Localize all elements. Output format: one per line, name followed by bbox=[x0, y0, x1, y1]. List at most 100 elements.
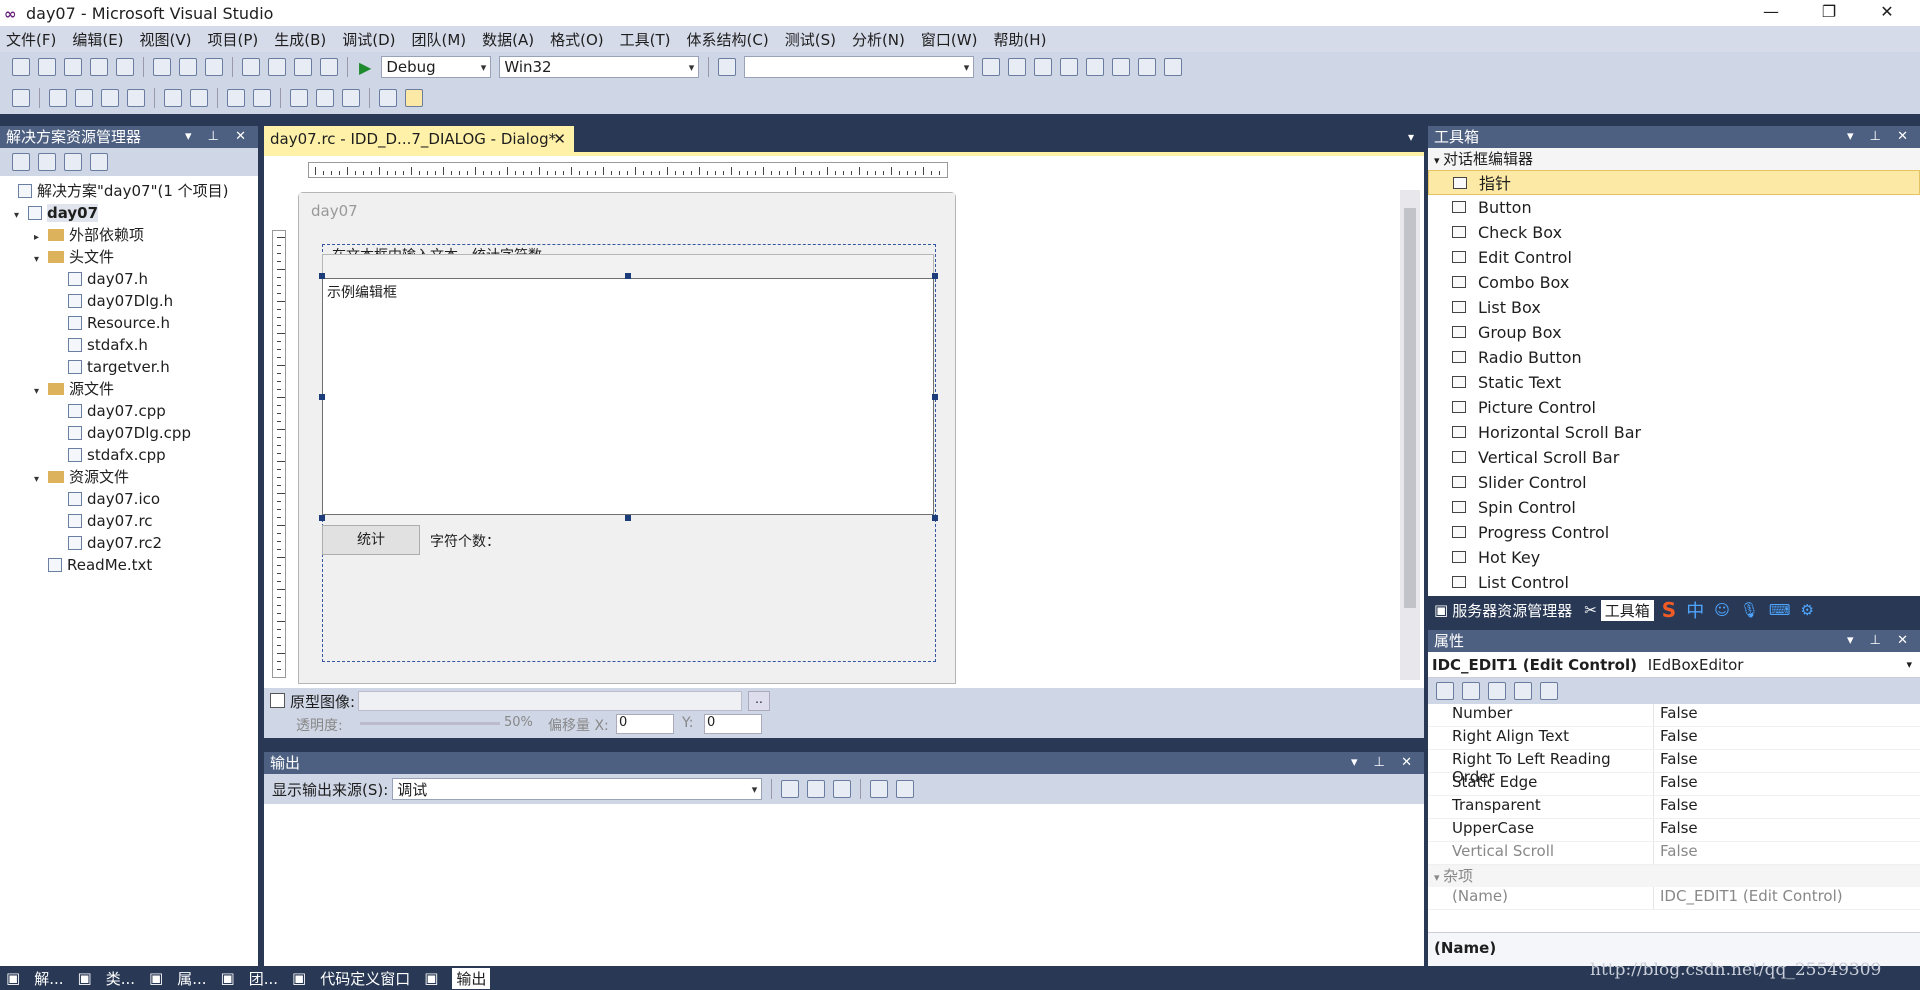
property-row[interactable]: Transparent False bbox=[1428, 796, 1920, 819]
tree-item[interactable]: day07.rc2 bbox=[0, 532, 258, 554]
tab-server-explorer[interactable]: 服务器资源管理器 bbox=[1452, 600, 1572, 621]
make-same-size-icon[interactable] bbox=[342, 89, 360, 107]
save-all-icon[interactable] bbox=[116, 58, 134, 76]
static-text-control[interactable]: 在文本框中输入文本，统计字符数 bbox=[332, 245, 542, 265]
prototype-checkbox[interactable] bbox=[270, 693, 285, 708]
toggle-grid-icon[interactable] bbox=[379, 89, 397, 107]
tree-item[interactable]: ▾ 资源文件 bbox=[0, 466, 258, 488]
command-window-icon[interactable] bbox=[1164, 58, 1183, 76]
config-combo[interactable]: Debug bbox=[381, 56, 492, 78]
undo-icon[interactable] bbox=[242, 58, 260, 76]
scrollbar-thumb[interactable] bbox=[1404, 208, 1416, 608]
toolbox-item[interactable]: List Control bbox=[1428, 570, 1920, 595]
object-browser-icon[interactable] bbox=[1034, 58, 1053, 76]
space-across-icon[interactable] bbox=[227, 89, 245, 107]
property-row[interactable]: Static Edge False bbox=[1428, 773, 1920, 796]
menu-item[interactable]: 团队(M) bbox=[412, 29, 467, 50]
tree-item[interactable]: ▾ 源文件 bbox=[0, 378, 258, 400]
close-button[interactable]: ✕ bbox=[1864, 0, 1910, 26]
add-item-icon[interactable] bbox=[38, 58, 56, 76]
collapse-icon[interactable]: ▾ bbox=[1434, 871, 1443, 884]
cut-icon[interactable] bbox=[153, 58, 171, 76]
menu-item[interactable]: 测试(S) bbox=[785, 29, 836, 50]
tree-item[interactable]: day07.h bbox=[0, 268, 258, 290]
prev-message-icon[interactable] bbox=[807, 780, 826, 798]
count-button[interactable]: 统计 bbox=[322, 525, 420, 555]
resize-handle[interactable] bbox=[932, 394, 938, 400]
center-vertical-icon[interactable] bbox=[164, 89, 182, 107]
tree-item[interactable]: Resource.h bbox=[0, 312, 258, 334]
resize-handle[interactable] bbox=[319, 515, 325, 521]
extension-icon[interactable] bbox=[1138, 58, 1157, 76]
opacity-slider[interactable] bbox=[360, 722, 500, 725]
tree-item[interactable]: day07.cpp bbox=[0, 400, 258, 422]
make-same-height-icon[interactable] bbox=[316, 89, 334, 107]
space-down-icon[interactable] bbox=[253, 89, 271, 107]
tree-item[interactable]: day07.rc bbox=[0, 510, 258, 532]
tab-dialog-editor[interactable]: day07.rc - IDD_D...7_DIALOG - Dialog* ✕ bbox=[264, 126, 574, 152]
toolbox-item[interactable]: Button bbox=[1428, 195, 1920, 220]
property-row[interactable]: Right Align Text False bbox=[1428, 727, 1920, 750]
toolbox-icon[interactable] bbox=[1060, 58, 1079, 76]
categorized-icon[interactable] bbox=[1436, 682, 1454, 700]
resize-handle[interactable] bbox=[932, 273, 938, 279]
toolbox-item[interactable]: Check Box bbox=[1428, 220, 1920, 245]
restore-button[interactable]: ❐ bbox=[1806, 0, 1852, 26]
properties-object-selector[interactable]: IDC_EDIT1 (Edit Control) IEdBoxEditor ▾ bbox=[1428, 652, 1920, 678]
tree-item[interactable]: ReadMe.txt bbox=[0, 554, 258, 576]
tool-window-tab[interactable]: 属... bbox=[177, 968, 206, 989]
edit-control[interactable]: 示例编辑框 bbox=[322, 278, 934, 515]
resize-handle[interactable] bbox=[319, 394, 325, 400]
copy-icon[interactable] bbox=[179, 58, 197, 76]
property-row[interactable]: Vertical Scroll False bbox=[1428, 842, 1920, 865]
alphabetical-icon[interactable] bbox=[1462, 682, 1480, 700]
open-icon[interactable] bbox=[64, 58, 82, 76]
menu-item[interactable]: 编辑(E) bbox=[72, 29, 123, 50]
minimize-button[interactable]: — bbox=[1748, 0, 1794, 26]
tree-item[interactable]: day07Dlg.cpp bbox=[0, 422, 258, 444]
paste-icon[interactable] bbox=[205, 58, 223, 76]
tab-list-dropdown-icon[interactable]: ▾ bbox=[1408, 130, 1414, 144]
solution-explorer-icon[interactable] bbox=[982, 58, 1001, 76]
events-icon[interactable] bbox=[1514, 682, 1532, 700]
properties-view-icon[interactable] bbox=[1488, 682, 1506, 700]
toolbox-item[interactable]: Radio Button bbox=[1428, 345, 1920, 370]
tree-item[interactable]: stdafx.h bbox=[0, 334, 258, 356]
panel-controls-icon[interactable]: ▾ ⊥ ✕ bbox=[1847, 126, 1914, 148]
resize-handle[interactable] bbox=[319, 273, 325, 279]
toolbox-item[interactable]: List Box bbox=[1428, 295, 1920, 320]
tree-item[interactable]: stdafx.cpp bbox=[0, 444, 258, 466]
menu-item[interactable]: 窗口(W) bbox=[921, 29, 978, 50]
menu-item[interactable]: 视图(V) bbox=[140, 29, 192, 50]
resize-handle[interactable] bbox=[625, 515, 631, 521]
toolbox-item[interactable]: Progress Control bbox=[1428, 520, 1920, 545]
tree-item[interactable]: day07.ico bbox=[0, 488, 258, 510]
editor-vertical-scrollbar[interactable] bbox=[1400, 190, 1420, 680]
chevron-down-icon[interactable]: ▾ bbox=[1906, 652, 1912, 678]
ime-mode[interactable]: 中 bbox=[1686, 597, 1704, 623]
ime-settings-icon[interactable]: ⚙ bbox=[1801, 601, 1814, 619]
toolbox-item[interactable]: Static Text bbox=[1428, 370, 1920, 395]
toolbox-item[interactable]: Vertical Scroll Bar bbox=[1428, 445, 1920, 470]
prototype-path-field[interactable] bbox=[358, 691, 742, 711]
toolbox-item[interactable]: Spin Control bbox=[1428, 495, 1920, 520]
menu-item[interactable]: 调试(D) bbox=[342, 29, 395, 50]
save-icon[interactable] bbox=[90, 58, 108, 76]
toolbox-item[interactable]: Hot Key bbox=[1428, 545, 1920, 570]
make-same-width-icon[interactable] bbox=[290, 89, 308, 107]
menu-item[interactable]: 体系结构(C) bbox=[687, 29, 769, 50]
toggle-guides-icon[interactable] bbox=[405, 89, 423, 107]
resize-handle[interactable] bbox=[932, 515, 938, 521]
tree-item[interactable]: targetver.h bbox=[0, 356, 258, 378]
tool-window-tab[interactable]: 解... bbox=[34, 968, 63, 989]
toolbox-item[interactable]: Edit Control bbox=[1428, 245, 1920, 270]
output-source-combo[interactable]: 调试 bbox=[392, 778, 763, 800]
toolbox-section-dialog-editor[interactable]: ▾ 对话框编辑器 bbox=[1428, 148, 1920, 170]
close-tab-icon[interactable]: ✕ bbox=[553, 126, 566, 152]
find-in-files-icon[interactable] bbox=[718, 58, 737, 76]
menu-item[interactable]: 项目(P) bbox=[208, 29, 259, 50]
test-dialog-icon[interactable] bbox=[12, 89, 30, 107]
misc-section[interactable]: ▾ 杂项 bbox=[1428, 865, 1920, 887]
menu-item[interactable]: 数据(A) bbox=[482, 29, 534, 50]
toggle-word-wrap-icon[interactable] bbox=[896, 780, 915, 798]
